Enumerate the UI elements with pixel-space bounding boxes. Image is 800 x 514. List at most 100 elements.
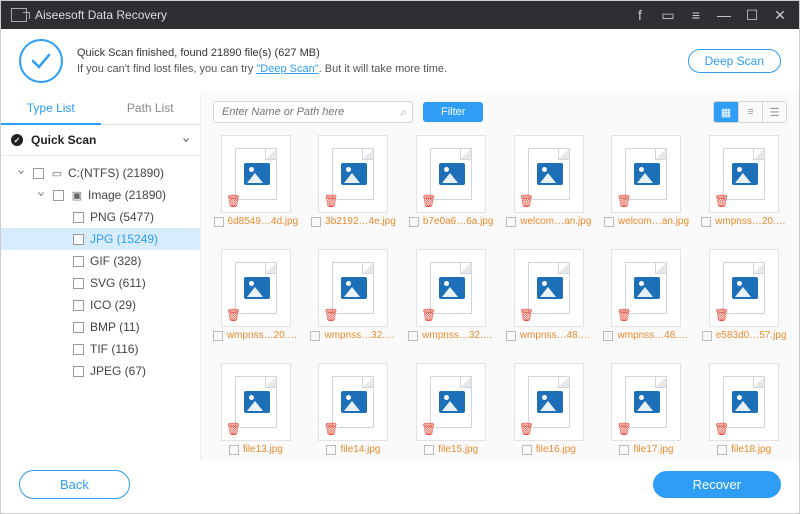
thumbnail: 🗑 bbox=[416, 363, 486, 441]
file-icon bbox=[430, 376, 472, 428]
deep-scan-link[interactable]: "Deep Scan" bbox=[256, 63, 318, 75]
file-item[interactable]: 🗑 wmpnss…20.jpg bbox=[209, 249, 303, 359]
feedback-icon[interactable]: ▭ bbox=[659, 6, 677, 24]
checkbox[interactable] bbox=[73, 344, 84, 355]
menu-icon[interactable]: ≡ bbox=[687, 6, 705, 24]
file-item[interactable]: 🗑 wmpnss…48.jpg bbox=[600, 249, 694, 359]
checkbox[interactable] bbox=[326, 445, 336, 455]
checkbox[interactable] bbox=[73, 212, 84, 223]
thumbnail: 🗑 bbox=[514, 363, 584, 441]
file-name: wmpnss…48.jpg bbox=[617, 330, 689, 341]
file-item[interactable]: 🗑 file18.jpg bbox=[697, 363, 791, 460]
close-icon[interactable]: ✕ bbox=[771, 6, 789, 24]
file-item[interactable]: 🗑 wmpnss…32.jpg bbox=[307, 249, 401, 359]
file-item[interactable]: 🗑 wmpnss…20.jpg bbox=[697, 135, 791, 245]
view-grid-icon[interactable]: ▦ bbox=[714, 102, 738, 122]
tree-type-gif[interactable]: GIF (328) bbox=[1, 250, 200, 272]
checkbox[interactable] bbox=[619, 445, 629, 455]
deep-scan-button[interactable]: Deep Scan bbox=[688, 49, 781, 73]
checkbox[interactable] bbox=[506, 217, 516, 227]
file-icon bbox=[528, 376, 570, 428]
file-item[interactable]: 🗑 wmpnss…32.jpg bbox=[404, 249, 498, 359]
tree-type-ico[interactable]: ICO (29) bbox=[1, 294, 200, 316]
file-item[interactable]: 🗑 file14.jpg bbox=[307, 363, 401, 460]
tree-image-group[interactable]: ▣ Image (21890) bbox=[1, 184, 200, 206]
quick-scan-row[interactable]: Quick Scan bbox=[1, 125, 200, 156]
title-bar: Aiseesoft Data Recovery f ▭ ≡ — ☐ ✕ bbox=[1, 1, 799, 29]
tree-type-tif[interactable]: TIF (116) bbox=[1, 338, 200, 360]
maximize-icon[interactable]: ☐ bbox=[743, 6, 761, 24]
checkbox[interactable] bbox=[717, 445, 727, 455]
tab-path-list[interactable]: Path List bbox=[101, 93, 201, 125]
file-item[interactable]: 🗑 e583d0…57.jpg bbox=[697, 249, 791, 359]
file-name: welcom…an.jpg bbox=[618, 216, 689, 227]
file-icon bbox=[430, 148, 472, 200]
tree-type-svg[interactable]: SVG (611) bbox=[1, 272, 200, 294]
tab-type-list[interactable]: Type List bbox=[1, 93, 101, 125]
checkbox[interactable] bbox=[409, 217, 419, 227]
file-name: file14.jpg bbox=[340, 444, 380, 455]
tree-drive[interactable]: ▭ C:(NTFS) (21890) bbox=[1, 162, 200, 184]
trash-icon: 🗑 bbox=[616, 194, 631, 208]
file-item[interactable]: 🗑 welcom…an.jpg bbox=[600, 135, 694, 245]
checkbox[interactable] bbox=[604, 217, 614, 227]
image-icon: ▣ bbox=[70, 189, 84, 202]
file-name: 6d8549…4d.jpg bbox=[228, 216, 299, 227]
trash-icon: 🗑 bbox=[323, 422, 338, 436]
checkbox[interactable] bbox=[424, 445, 434, 455]
checkbox[interactable] bbox=[73, 300, 84, 311]
checkbox[interactable] bbox=[213, 331, 223, 341]
file-icon bbox=[528, 148, 570, 200]
tree-type-bmp[interactable]: BMP (11) bbox=[1, 316, 200, 338]
file-name: wmpnss…20.jpg bbox=[227, 330, 299, 341]
file-item[interactable]: 🗑 b7e0a6…6a.jpg bbox=[404, 135, 498, 245]
file-item[interactable]: 🗑 3b2192…4e.jpg bbox=[307, 135, 401, 245]
tree-type-jpeg[interactable]: JPEG (67) bbox=[1, 360, 200, 382]
search-input[interactable] bbox=[213, 101, 413, 123]
checkbox[interactable] bbox=[311, 217, 321, 227]
file-name: file18.jpg bbox=[731, 444, 771, 455]
file-item[interactable]: 🗑 file13.jpg bbox=[209, 363, 303, 460]
checkbox[interactable] bbox=[506, 331, 516, 341]
checkbox[interactable] bbox=[73, 234, 84, 245]
facebook-icon[interactable]: f bbox=[631, 6, 649, 24]
file-item[interactable]: 🗑 file17.jpg bbox=[600, 363, 694, 460]
checkbox[interactable] bbox=[73, 256, 84, 267]
trash-icon: 🗑 bbox=[519, 308, 534, 322]
checkbox[interactable] bbox=[408, 331, 418, 341]
checkbox[interactable] bbox=[522, 445, 532, 455]
type-label: JPG (15249) bbox=[90, 232, 158, 246]
file-item[interactable]: 🗑 welcom…an.jpg bbox=[502, 135, 596, 245]
checkbox[interactable] bbox=[603, 331, 613, 341]
file-item[interactable]: 🗑 file15.jpg bbox=[404, 363, 498, 460]
checkbox[interactable] bbox=[73, 322, 84, 333]
recover-button[interactable]: Recover bbox=[653, 471, 781, 498]
checkbox[interactable] bbox=[73, 366, 84, 377]
checkbox[interactable] bbox=[229, 445, 239, 455]
checkbox[interactable] bbox=[53, 190, 64, 201]
search-wrap: ⌕ bbox=[213, 101, 413, 123]
sidebar-tabs: Type List Path List bbox=[1, 93, 200, 125]
view-list-icon[interactable]: ≡ bbox=[738, 102, 762, 122]
view-detail-icon[interactable]: ☰ bbox=[762, 102, 786, 122]
thumbnail: 🗑 bbox=[514, 249, 584, 327]
back-button[interactable]: Back bbox=[19, 470, 130, 499]
checkbox[interactable] bbox=[310, 331, 320, 341]
drive-icon: ▭ bbox=[50, 167, 64, 180]
tree-type-png[interactable]: PNG (5477) bbox=[1, 206, 200, 228]
file-item[interactable]: 🗑 6d8549…4d.jpg bbox=[209, 135, 303, 245]
file-item[interactable]: 🗑 file16.jpg bbox=[502, 363, 596, 460]
file-item[interactable]: 🗑 wmpnss…48.jpg bbox=[502, 249, 596, 359]
checkbox[interactable] bbox=[73, 278, 84, 289]
trash-icon: 🗑 bbox=[714, 308, 729, 322]
tree-type-jpg[interactable]: JPG (15249) bbox=[1, 228, 200, 250]
checkbox[interactable] bbox=[33, 168, 44, 179]
filter-button[interactable]: Filter bbox=[423, 102, 483, 122]
minimize-icon[interactable]: — bbox=[715, 6, 733, 24]
checkbox[interactable] bbox=[214, 217, 224, 227]
checkbox[interactable] bbox=[702, 331, 712, 341]
checkbox[interactable] bbox=[701, 217, 711, 227]
deepscan-hint-post: . But it will take more time. bbox=[319, 63, 447, 75]
trash-icon: 🗑 bbox=[421, 308, 436, 322]
status-banner: Quick Scan finished, found 21890 file(s)… bbox=[1, 29, 799, 93]
